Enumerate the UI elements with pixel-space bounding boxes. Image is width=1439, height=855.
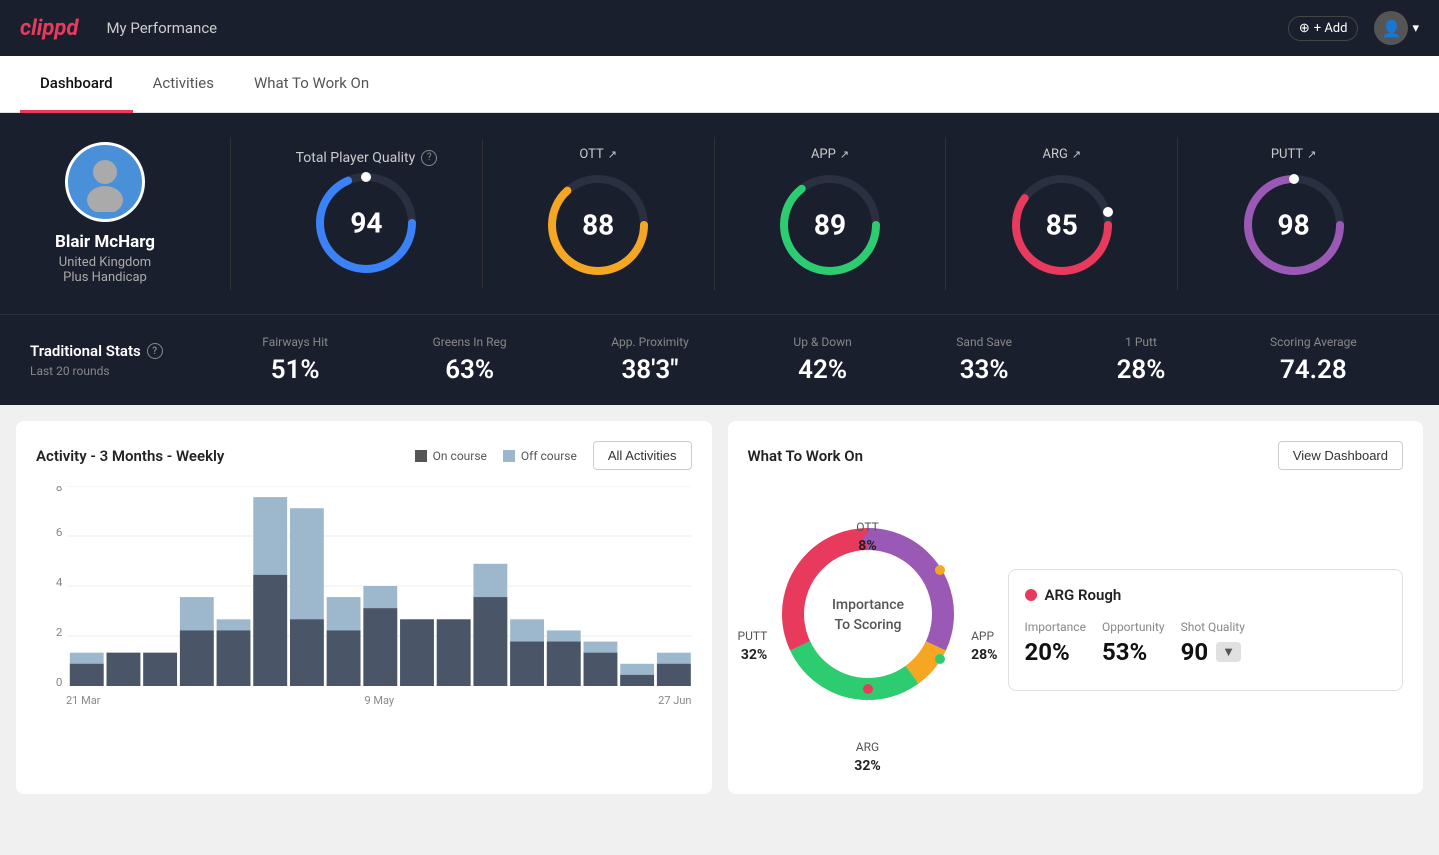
- trad-stats-row: Fairways Hit 51% Greens In Reg 63% App. …: [210, 335, 1409, 385]
- svg-text:0: 0: [56, 676, 63, 686]
- stat-sand-save: Sand Save 33%: [941, 335, 1027, 385]
- ring-ott: 88: [543, 170, 653, 280]
- avatar: 👤: [1374, 11, 1408, 45]
- putt-arrow: ↗: [1307, 148, 1316, 161]
- donut-label-arg: ARG 32%: [854, 736, 880, 774]
- donut-with-labels: OTT 8% APP 28% ARG 32% PUTT 32%: [748, 514, 988, 774]
- svg-text:4: 4: [56, 576, 63, 589]
- ring-app-value: 89: [814, 209, 846, 242]
- logo: clippd: [20, 16, 78, 41]
- chart-legend: On course Off course: [415, 449, 577, 463]
- ring-arg: 85: [1007, 170, 1117, 280]
- add-label: + Add: [1314, 21, 1348, 36]
- player-name: Blair McHarg: [55, 232, 155, 252]
- arg-label: ARG ↗: [1043, 147, 1082, 162]
- donut-label-putt: PUTT 32%: [738, 625, 768, 663]
- tab-dashboard[interactable]: Dashboard: [20, 56, 133, 113]
- info-dot: [1025, 589, 1037, 601]
- player-avatar: [65, 142, 145, 222]
- ring-ott-value: 88: [582, 209, 614, 242]
- donut-chart-wrapper: OTT 8% APP 28% ARG 32% PUTT 32%: [748, 486, 988, 774]
- stat-one-putt: 1 Putt 28%: [1102, 335, 1181, 385]
- ring-putt-value: 98: [1278, 209, 1310, 242]
- ring-arg-value: 85: [1046, 209, 1078, 242]
- logo-section: clippd My Performance: [20, 16, 217, 41]
- activity-header-right: On course Off course All Activities: [415, 441, 692, 470]
- info-metric-opportunity: Opportunity 53%: [1102, 620, 1165, 666]
- svg-text:Importance: Importance: [831, 597, 904, 613]
- score-app: APP ↗ 89: [715, 137, 947, 290]
- activity-card-header: Activity - 3 Months - Weekly On course O…: [36, 441, 692, 470]
- header-title: My Performance: [106, 19, 217, 37]
- stat-scoring-average: Scoring Average 74.28: [1255, 335, 1372, 385]
- ring-total: 94: [311, 168, 421, 278]
- scores-row: Total Player Quality ? 94 OTT ↗: [251, 137, 1409, 290]
- putt-label: PUTT ↗: [1271, 147, 1316, 162]
- svg-text:To Scoring: To Scoring: [834, 617, 901, 633]
- activity-card: Activity - 3 Months - Weekly On course O…: [16, 421, 712, 794]
- info-metric-importance: Importance 20%: [1025, 620, 1086, 666]
- chart-x-labels: 21 Mar 9 May 27 Jun: [36, 690, 692, 707]
- avatar-button[interactable]: 👤 ▾: [1374, 11, 1419, 45]
- player-info: Blair McHarg United Kingdom Plus Handica…: [30, 142, 210, 285]
- svg-text:6: 6: [56, 526, 63, 539]
- trad-label-section: Traditional Stats ? Last 20 rounds: [30, 342, 210, 378]
- bar-chart: 0 2 4 6 8 21 Mar 9 May 27 Jun: [36, 486, 692, 706]
- ring-app: 89: [775, 170, 885, 280]
- player-handicap: Plus Handicap: [63, 270, 147, 285]
- work-on-title: What To Work On: [748, 447, 864, 465]
- activity-card-title: Activity - 3 Months - Weekly: [36, 447, 224, 465]
- arg-arrow: ↗: [1072, 148, 1081, 161]
- work-on-content: OTT 8% APP 28% ARG 32% PUTT 32%: [748, 486, 1404, 774]
- all-activities-button[interactable]: All Activities: [593, 441, 692, 470]
- ott-arrow: ↗: [608, 148, 617, 161]
- divider: [230, 137, 231, 290]
- legend-off-course: Off course: [503, 449, 577, 463]
- stat-fairways-hit: Fairways Hit 51%: [247, 335, 343, 385]
- info-metrics: Importance 20% Opportunity 53% Shot Qual…: [1025, 620, 1387, 666]
- tab-what-to-work-on[interactable]: What To Work On: [234, 56, 389, 113]
- score-total: Total Player Quality ? 94: [251, 140, 483, 288]
- donut-label-app: APP 28%: [971, 625, 997, 663]
- work-on-card: What To Work On View Dashboard OTT 8% AP…: [728, 421, 1424, 794]
- hero-section: Blair McHarg United Kingdom Plus Handica…: [0, 113, 1439, 314]
- tpq-label: Total Player Quality ?: [296, 150, 438, 166]
- stat-app-proximity: App. Proximity 38'3": [596, 335, 704, 385]
- trad-subtitle: Last 20 rounds: [30, 364, 190, 378]
- work-on-card-header: What To Work On View Dashboard: [748, 441, 1404, 470]
- legend-on-course: On course: [415, 449, 487, 463]
- ring-putt: 98: [1239, 170, 1349, 280]
- svg-text:8: 8: [56, 486, 63, 494]
- header: clippd My Performance ⊕ + Add 👤 ▾: [0, 0, 1439, 56]
- tpq-help-icon[interactable]: ?: [421, 150, 437, 166]
- avatar-chevron: ▾: [1412, 21, 1419, 36]
- score-putt: PUTT ↗ 98: [1178, 137, 1409, 290]
- trad-title: Traditional Stats ?: [30, 342, 190, 360]
- score-ott: OTT ↗ 88: [483, 137, 715, 290]
- donut-label-ott: OTT 8%: [856, 516, 879, 554]
- info-card-title: ARG Rough: [1025, 586, 1387, 604]
- chart-bars: 0 2 4 6 8: [36, 486, 692, 686]
- stat-up-and-down: Up & Down 42%: [778, 335, 866, 385]
- view-dashboard-button[interactable]: View Dashboard: [1278, 441, 1403, 470]
- nav-tabs: Dashboard Activities What To Work On: [0, 56, 1439, 113]
- tab-activities[interactable]: Activities: [133, 56, 234, 113]
- traditional-stats-section: Traditional Stats ? Last 20 rounds Fairw…: [0, 314, 1439, 405]
- ott-label: OTT ↗: [579, 147, 617, 162]
- app-arrow: ↗: [840, 148, 849, 161]
- ring-total-value: 94: [350, 206, 382, 239]
- main-content: Activity - 3 Months - Weekly On course O…: [0, 405, 1439, 810]
- plus-icon: ⊕: [1299, 21, 1310, 36]
- app-label: APP ↗: [811, 147, 849, 162]
- info-card: ARG Rough Importance 20% Opportunity 53%…: [1008, 569, 1404, 691]
- player-country: United Kingdom: [59, 255, 151, 270]
- score-arg: ARG ↗ 85: [946, 137, 1178, 290]
- trad-help-icon[interactable]: ?: [147, 343, 163, 359]
- add-button[interactable]: ⊕ + Add: [1288, 16, 1359, 41]
- info-metric-shot-quality: Shot Quality 90 ▼: [1181, 620, 1245, 666]
- svg-text:2: 2: [56, 626, 63, 639]
- header-right: ⊕ + Add 👤 ▾: [1288, 11, 1419, 45]
- shot-quality-badge: ▼: [1216, 642, 1241, 662]
- stat-greens-in-reg: Greens In Reg 63%: [418, 335, 522, 385]
